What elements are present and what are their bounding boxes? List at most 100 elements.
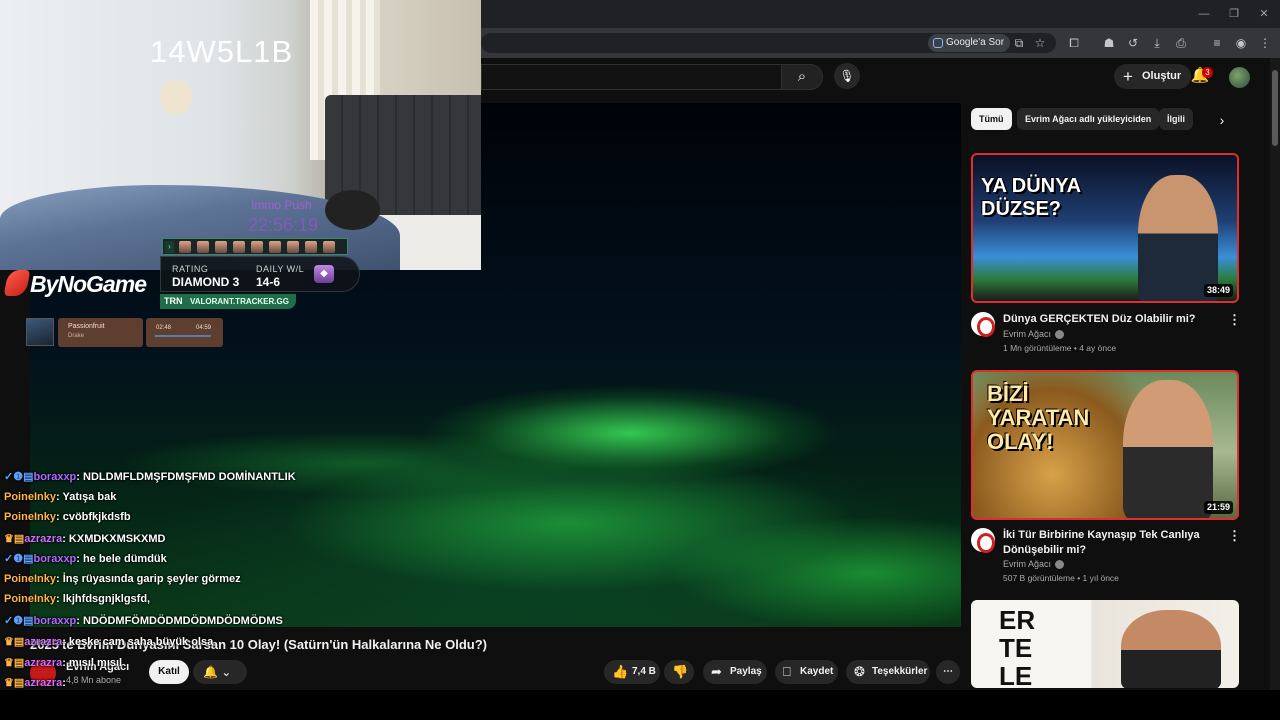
- search-input[interactable]: [481, 64, 781, 90]
- chat-message: ✓❶▤boraxxp: NDÖDMFÖMDÖDMDÖDMDÖDMÖDMS: [4, 614, 283, 627]
- download-icon[interactable]: ⤓: [1148, 34, 1166, 52]
- menu-icon[interactable]: ⋮: [1256, 34, 1274, 52]
- translate-icon[interactable]: ⎙: [1172, 34, 1190, 52]
- streamer-webcam: 14W5L1B: [0, 0, 481, 270]
- chip-all[interactable]: Tümü: [971, 108, 1012, 130]
- more-actions-button[interactable]: ⋯: [936, 660, 960, 684]
- related-title[interactable]: Dünya GERÇEKTEN Düz Olabilir mi?: [1003, 312, 1213, 327]
- channel-subscribers: 4,8 Mn abone: [66, 675, 122, 685]
- page-scrollbar[interactable]: [1270, 58, 1280, 690]
- thanks-button[interactable]: ❂ Teşekkürler: [846, 660, 930, 684]
- like-count: 7,4 B: [632, 666, 656, 677]
- chat-badges: ♛▤: [4, 533, 25, 545]
- chat-colon: :: [55, 511, 63, 523]
- chat-message: PoineInky: cvöbfkjkdsfb: [4, 511, 131, 523]
- extensions-icon[interactable]: ⧠: [1065, 34, 1083, 52]
- daily-wl-label: DAILY W/L: [256, 264, 305, 274]
- agent-icon: [197, 241, 209, 253]
- join-button[interactable]: Katıl: [149, 660, 189, 684]
- related-channel-avatar[interactable]: [971, 528, 995, 553]
- plus-icon: +: [1123, 67, 1133, 86]
- video-duration: 38:49: [1203, 284, 1233, 297]
- rank-badge-icon: ◆: [314, 265, 334, 283]
- scrollbar-thumb[interactable]: [1272, 70, 1278, 146]
- thumbnail-art-text: YA DÜNYA DÜZSE?: [981, 175, 1081, 220]
- save-button[interactable]: ⎕ Kaydet: [775, 660, 838, 684]
- chat-message: PoineInky: lkjhfdsgnjklgsfd,: [4, 593, 150, 605]
- chat-colon: :: [62, 677, 66, 689]
- more-vertical-icon[interactable]: ⋮: [1228, 528, 1241, 544]
- chat-username: azrazra: [24, 533, 63, 545]
- reading-list-icon[interactable]: ≡: [1208, 34, 1226, 52]
- chat-message: ♛▤azrazra: keşke cam saha büyük olsa: [4, 635, 213, 648]
- song-progress-bar: [155, 335, 211, 337]
- song-progress-card: [146, 318, 223, 347]
- share-icon: ➦: [711, 664, 722, 679]
- chat-username: boraxxp: [33, 615, 77, 627]
- agent-icon: [305, 241, 317, 253]
- related-title[interactable]: İki Tür Birbirine Kaynaşıp Tek Canlıya D…: [1003, 528, 1213, 558]
- chat-text: NDÖDMFÖMDÖDMDÖDMDÖDMÖDMS: [83, 615, 283, 627]
- incognito-icon[interactable]: ☗: [1100, 34, 1118, 52]
- chat-message: ✓❶▤boraxxp: NDLDMFLDMŞFDMŞFMD DOMİNANTLI…: [4, 470, 296, 483]
- subscription-bell-button[interactable]: 🔔 ⌄: [193, 660, 247, 684]
- chat-badges: ✓❶▤: [4, 553, 34, 565]
- share-button[interactable]: ➦ Paylaş: [703, 660, 767, 684]
- close-icon[interactable]: ✕: [1256, 6, 1272, 22]
- profile-icon[interactable]: ◉: [1232, 34, 1250, 52]
- bell-icon: 🔔: [203, 665, 218, 679]
- chat-text: KXMDKXMSKXMD: [68, 533, 166, 545]
- thumbnail-art-text: ER TE LE: [999, 605, 1036, 688]
- chat-text: cvöbfkjkdsfb: [62, 511, 131, 523]
- related-channel-name: Evrim Ağacı: [1003, 329, 1052, 339]
- song-elapsed: 02:48: [156, 325, 172, 331]
- chevron-right-icon[interactable]: ›: [1212, 110, 1232, 130]
- song-duration: 04:59: [196, 325, 212, 331]
- related-thumbnail[interactable]: BİZİ YARATAN OLAY! 21:59: [971, 370, 1239, 520]
- create-button[interactable]: + Oluştur: [1114, 64, 1192, 89]
- related-channel-avatar[interactable]: [971, 312, 995, 337]
- related-thumbnail[interactable]: ER TE LE: [971, 600, 1239, 688]
- chip-related[interactable]: İlgili: [1159, 108, 1193, 130]
- rating-value: DIAMOND 3: [172, 275, 240, 289]
- share-label: Paylaş: [730, 666, 762, 677]
- immortal-push-timer: 22:56:19: [248, 215, 319, 235]
- google-ask-button[interactable]: Google'a Sor: [928, 34, 1011, 52]
- bynogame-logo-text: ByNoGame: [30, 271, 147, 297]
- album-art: [26, 318, 54, 346]
- voice-search-button[interactable]: 🎙: [834, 63, 860, 89]
- chat-colon: :: [62, 533, 69, 545]
- screen: — ❐ ✕ Google'a Sor ⧉ ☆ ⧠ ☗ ↺ ⤓ ⎙ ≡ ◉ ⋮ ⌕…: [0, 0, 1280, 720]
- chip-from-uploader[interactable]: Evrim Ağacı adlı yükleyiciden: [1017, 108, 1160, 130]
- restore-icon[interactable]: ❐: [1226, 6, 1242, 22]
- related-thumbnail[interactable]: YA DÜNYA DÜZSE? 38:49: [971, 153, 1239, 303]
- tracker-url: VALORANT.TRACKER.GG: [190, 297, 289, 306]
- related-channel[interactable]: Evrim Ağacı: [1003, 329, 1065, 340]
- search-button[interactable]: ⌕: [781, 64, 823, 90]
- dislike-button[interactable]: 👎: [664, 660, 694, 684]
- agent-icon: [287, 241, 299, 253]
- screen-share-icon[interactable]: ⧉: [1010, 34, 1028, 52]
- chat-username: PoineInky: [4, 573, 56, 585]
- chat-message: PoineInky: Yatışa bak: [4, 491, 116, 503]
- song-title: Passionfruit: [68, 323, 105, 330]
- bynogame-logo-icon: [3, 270, 31, 296]
- related-channel[interactable]: Evrim Ağacı: [1003, 559, 1065, 570]
- minimize-icon[interactable]: —: [1196, 6, 1212, 22]
- thumbnail-person: [1123, 380, 1213, 518]
- create-label: Oluştur: [1142, 70, 1182, 82]
- like-button[interactable]: 👍 7,4 B: [604, 660, 660, 684]
- more-vertical-icon[interactable]: ⋮: [1228, 312, 1241, 328]
- super-thanks-icon: ❂: [854, 664, 865, 679]
- chat-text: İnş rüyasında garip şeyler görmez: [62, 573, 241, 585]
- chat-colon: :: [76, 553, 84, 565]
- bottom-strip: [0, 690, 1280, 720]
- chat-username: azrazra: [24, 636, 63, 648]
- history-icon[interactable]: ↺: [1124, 34, 1142, 52]
- thumbnail-person: [1121, 610, 1221, 688]
- chat-text: he bele dümdük: [83, 553, 167, 565]
- chat-colon: :: [76, 615, 84, 627]
- star-icon[interactable]: ☆: [1031, 34, 1049, 52]
- tracker-logo: TRN: [164, 296, 183, 306]
- account-avatar[interactable]: [1229, 67, 1250, 88]
